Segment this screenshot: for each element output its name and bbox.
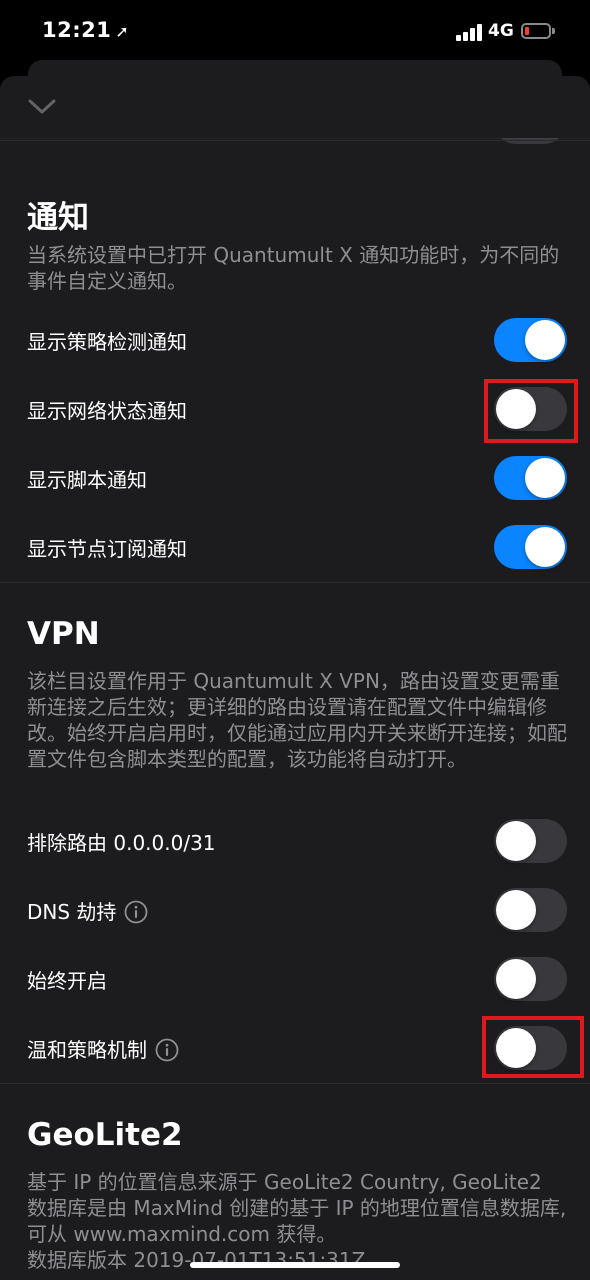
- setting-label: 显示策略检测通知: [27, 330, 187, 354]
- network-type: 4G: [488, 21, 514, 41]
- setting-label: 始终开启: [27, 969, 107, 993]
- toggle-knob: [525, 527, 565, 567]
- highlight-box: [482, 1016, 584, 1078]
- battery-tip: [552, 28, 555, 34]
- section-title: 通知: [27, 200, 89, 236]
- info-icon[interactable]: [155, 1038, 179, 1062]
- cellular-signal-icon: [456, 24, 484, 41]
- status-bar: 12:21 ➚ 4G: [0, 0, 590, 64]
- always-on-toggle[interactable]: [494, 957, 567, 1001]
- section-description: 该栏目设置作用于 Quantumult X VPN，路由设置变更需重新连接之后生…: [27, 669, 567, 771]
- setting-label: 显示网络状态通知: [27, 399, 187, 423]
- divider: [0, 140, 590, 141]
- section-description: 基于 IP 的位置信息来源于 GeoLite2 Country, GeoLite…: [27, 1170, 567, 1246]
- setting-label: 显示节点订阅通知: [27, 537, 187, 561]
- location-icon: ➚: [115, 22, 130, 41]
- setting-label-text: DNS 劫持: [27, 900, 117, 924]
- strategy-notify-toggle[interactable]: [494, 318, 567, 362]
- highlight-box: [484, 379, 578, 443]
- setting-row-exclude-route: 排除路由 0.0.0.0/31: [0, 807, 590, 875]
- setting-row-strategy-notify: 显示策略检测通知: [0, 306, 590, 374]
- home-indicator[interactable]: [190, 1262, 400, 1268]
- setting-label: 排除路由 0.0.0.0/31: [27, 831, 216, 855]
- setting-row-dns-hijack: DNS 劫持: [0, 876, 590, 944]
- settings-sheet: 通知 当系统设置中已打开 Quantumult X 通知功能时，为不同的事件自定…: [0, 76, 590, 1280]
- setting-label: 显示脚本通知: [27, 468, 147, 492]
- section-title: GeoLite2: [27, 1117, 183, 1153]
- setting-label-text: 温和策略机制: [27, 1038, 147, 1062]
- section-description: 当系统设置中已打开 Quantumult X 通知功能时，为不同的事件自定义通知…: [27, 243, 560, 293]
- setting-row-subscription-notify: 显示节点订阅通知: [0, 513, 590, 581]
- status-time: 12:21 ➚: [42, 18, 129, 42]
- database-version: 数据库版本 2019-07-01T13:51:31Z: [27, 1248, 366, 1272]
- chevron-down-icon[interactable]: [28, 96, 56, 116]
- section-divider: [0, 582, 590, 583]
- status-time-text: 12:21: [42, 18, 112, 42]
- info-icon[interactable]: [124, 900, 148, 924]
- setting-row-script-notify: 显示脚本通知: [0, 444, 590, 512]
- battery-icon: [521, 23, 551, 39]
- setting-label: 温和策略机制: [27, 1034, 179, 1064]
- section-title: VPN: [27, 616, 100, 652]
- toggle-knob: [525, 458, 565, 498]
- section-divider: [0, 1083, 590, 1084]
- sheet-header: [0, 76, 590, 138]
- dns-hijack-toggle[interactable]: [494, 888, 567, 932]
- toggle-knob: [525, 320, 565, 360]
- script-notify-toggle[interactable]: [494, 456, 567, 500]
- toggle-knob: [496, 959, 536, 999]
- subscription-notify-toggle[interactable]: [494, 525, 567, 569]
- toggle-knob: [496, 821, 536, 861]
- setting-label: DNS 劫持: [27, 896, 148, 926]
- setting-row-always-on: 始终开启: [0, 945, 590, 1013]
- toggle-knob: [496, 890, 536, 930]
- exclude-route-toggle[interactable]: [494, 819, 567, 863]
